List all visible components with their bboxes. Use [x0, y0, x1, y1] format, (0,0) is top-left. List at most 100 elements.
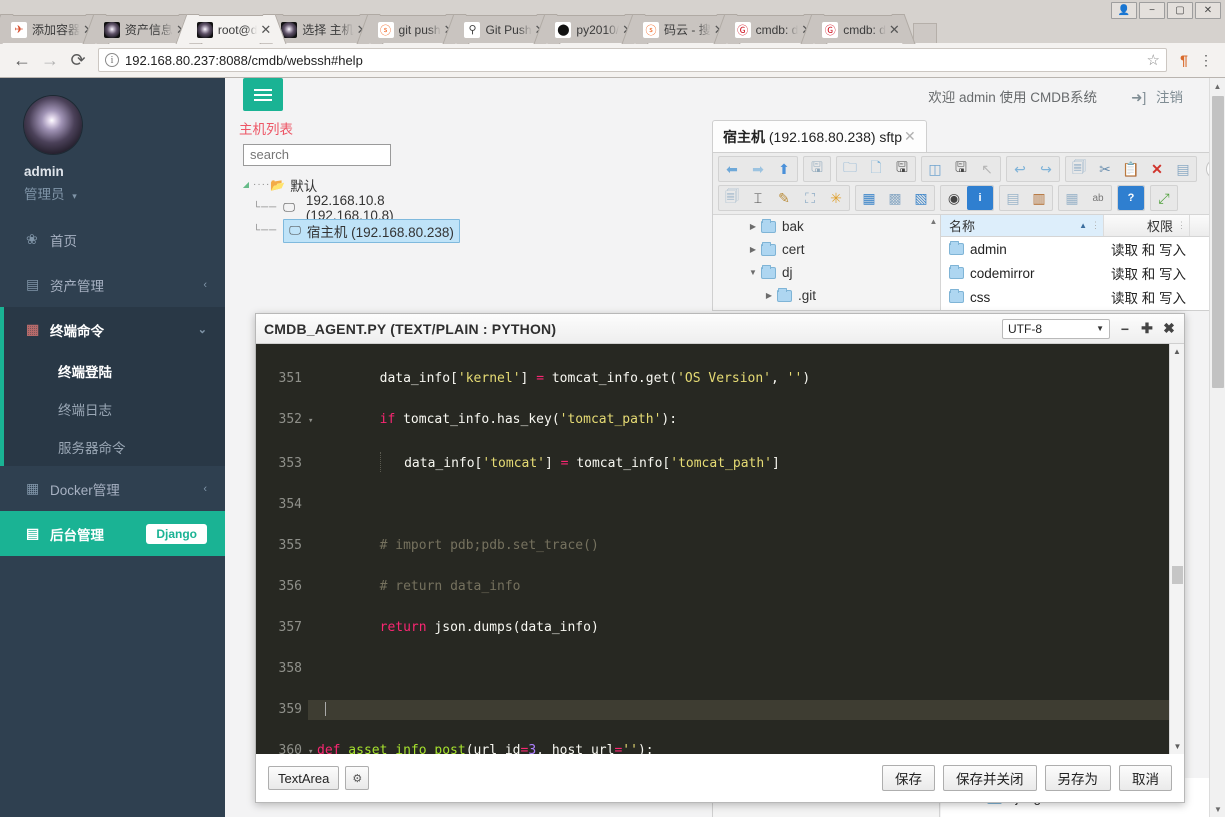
- table-row[interactable]: css 读取 和 写入 昨天 16:55 未知 文件夹: [941, 285, 1225, 309]
- forward-button[interactable]: →: [36, 50, 64, 71]
- maximize-button[interactable]: ▢: [1167, 2, 1193, 19]
- folder-tree-row[interactable]: ▶ cert: [713, 238, 940, 261]
- tab-close-icon[interactable]: ✕: [260, 23, 271, 36]
- textarea-mode-button[interactable]: TextArea: [268, 766, 340, 790]
- new-folder-icon[interactable]: 🗀: [837, 157, 863, 181]
- folder-tree-row[interactable]: ▶ .git: [713, 284, 940, 307]
- up-arrow-icon[interactable]: ⬆: [771, 157, 797, 181]
- grid-large-icon[interactable]: ▦: [856, 186, 882, 210]
- asterisk-icon[interactable]: ✳: [823, 186, 849, 210]
- gear-icon[interactable]: ⚙: [345, 766, 370, 790]
- rename-icon[interactable]: ✎: [771, 186, 797, 210]
- sidebar-item-home[interactable]: ❀ 首页: [0, 217, 225, 262]
- scroll-up-icon[interactable]: ▲: [1210, 78, 1225, 94]
- open-icon[interactable]: ◫: [922, 157, 948, 181]
- browser-tab-2-active[interactable]: root@d ✕: [185, 15, 277, 43]
- scroll-up-icon[interactable]: ▲: [927, 215, 940, 226]
- server-icon[interactable]: ▤: [1000, 186, 1026, 210]
- column-header-permission[interactable]: 权限 ⋮: [1104, 215, 1190, 236]
- host-tree-item-selected-label[interactable]: 🖵 宿主机 (192.168.80.238): [283, 218, 460, 243]
- sidebar-item-terminal[interactable]: ▦ 终端命令 ⌄: [0, 307, 225, 352]
- host-tree-item-0[interactable]: └── 🖵 192.168.10.8 (192.168.10.8): [239, 193, 464, 223]
- chevron-right-icon[interactable]: ▶: [761, 291, 777, 300]
- grid-small-icon[interactable]: ▩: [882, 186, 908, 210]
- profile-icon[interactable]: 👤: [1111, 2, 1137, 19]
- address-bar[interactable]: i 192.168.80.237:8088/cmdb/webssh#help ☆: [98, 48, 1167, 72]
- menu-icon[interactable]: [243, 78, 283, 111]
- logout-button[interactable]: ➜] 注销: [1131, 86, 1183, 106]
- column-header-name[interactable]: 名称 ▲ ⋮: [941, 215, 1104, 236]
- back-arrow-icon[interactable]: ⬅: [719, 157, 745, 181]
- back-button[interactable]: ←: [8, 50, 36, 71]
- folder-tree-row[interactable]: ▶ bak: [713, 215, 940, 238]
- scroll-up-icon[interactable]: ▲: [1170, 344, 1184, 359]
- sidebar-subitem-terminal-login[interactable]: 终端登陆: [4, 352, 225, 390]
- sftp-tab[interactable]: 宿主机 (192.168.80.238) sftp ✕: [712, 120, 927, 152]
- cut-icon[interactable]: ✂: [1092, 157, 1118, 181]
- preview-icon[interactable]: ◉: [941, 186, 967, 210]
- calendar-icon[interactable]: ▦: [1059, 186, 1085, 210]
- save-icon[interactable]: 🖫: [889, 157, 915, 181]
- select-icon[interactable]: ⌶: [745, 186, 771, 210]
- tab-close-icon[interactable]: ✕: [889, 23, 900, 36]
- browser-tab-9[interactable]: Ⓖ cmdb: d ✕: [811, 15, 905, 43]
- close-button[interactable]: ✕: [1195, 2, 1221, 19]
- server-add-icon[interactable]: ▥: [1026, 186, 1052, 210]
- editor-scrollbar[interactable]: ▲ ▼: [1169, 344, 1184, 754]
- scroll-down-icon[interactable]: ▼: [1210, 801, 1225, 817]
- editor-minimize-button[interactable]: −: [1118, 321, 1132, 337]
- editor-code-area[interactable]: 351 data_info['kernel'] = tomcat_info.ge…: [256, 344, 1184, 754]
- host-tree-item-1-selected[interactable]: └── 🖵 宿主机 (192.168.80.238): [239, 218, 464, 243]
- column-resize-grip[interactable]: ⋮: [1091, 220, 1100, 231]
- sidebar-subitem-server-command[interactable]: 服务器命令: [4, 428, 225, 466]
- cancel-button[interactable]: 取消: [1119, 765, 1172, 791]
- scrollbar-thumb[interactable]: [1212, 96, 1224, 388]
- info-icon[interactable]: i: [967, 186, 993, 210]
- undo-icon[interactable]: ↩: [1007, 157, 1033, 181]
- host-search-input[interactable]: search: [243, 144, 391, 166]
- chevron-right-icon[interactable]: ▶: [745, 222, 761, 231]
- remove-icon[interactable]: ▤: [1170, 157, 1196, 181]
- column-resize-grip[interactable]: ⋮: [1177, 220, 1186, 231]
- copy-icon[interactable]: 🗐: [1066, 157, 1092, 181]
- help-icon[interactable]: ?: [1118, 186, 1144, 210]
- editor-maximize-button[interactable]: ✚: [1140, 320, 1154, 337]
- minimize-button[interactable]: −: [1139, 2, 1165, 19]
- redo-icon[interactable]: ↪: [1033, 157, 1059, 181]
- cursor-icon[interactable]: ↖: [974, 157, 1000, 181]
- bookmark-star-icon[interactable]: ☆: [1147, 51, 1160, 69]
- scrollbar-thumb[interactable]: [1172, 566, 1183, 584]
- sidebar-userrole[interactable]: 管理员 ▾: [24, 183, 225, 203]
- grid-detail-icon[interactable]: ▧: [908, 186, 934, 210]
- encoding-select[interactable]: UTF-8 ▼: [1002, 318, 1110, 339]
- delete-icon[interactable]: ✕: [1144, 157, 1170, 181]
- sidebar-item-backend[interactable]: ▤ 后台管理 Django: [0, 511, 225, 556]
- pilcrow-icon[interactable]: ¶: [1173, 52, 1195, 68]
- save-and-close-button[interactable]: 保存并关闭: [943, 765, 1037, 791]
- folder-tree-scrollbar[interactable]: ▲: [927, 215, 940, 310]
- site-info-icon[interactable]: i: [105, 53, 119, 67]
- expand-triangle-icon[interactable]: ◢: [239, 180, 253, 189]
- new-file-icon[interactable]: 🗋: [863, 157, 889, 181]
- floppy-save-icon[interactable]: 🖫: [948, 157, 974, 181]
- table-row[interactable]: admin 读取 和 写入 昨天 16:55 未知 文件夹: [941, 237, 1225, 261]
- editor-close-button[interactable]: ✖: [1162, 320, 1176, 337]
- save-as-button[interactable]: 另存为: [1044, 765, 1111, 791]
- save-button[interactable]: 保存: [882, 765, 935, 791]
- sidebar-subitem-terminal-log[interactable]: 终端日志: [4, 390, 225, 428]
- close-icon[interactable]: ✕: [904, 128, 916, 145]
- paste-icon[interactable]: 📋: [1118, 157, 1144, 181]
- download-icon[interactable]: 🖫: [804, 157, 830, 181]
- sidebar-item-docker[interactable]: ▦ Docker管理 ‹: [0, 466, 225, 511]
- duplicate-icon[interactable]: 🗐: [719, 186, 745, 210]
- code-content[interactable]: 351 data_info['kernel'] = tomcat_info.ge…: [256, 344, 1184, 754]
- fullscreen-icon[interactable]: ⤢: [1151, 186, 1177, 210]
- forward-arrow-icon[interactable]: ➡: [745, 157, 771, 181]
- folder-tree-row-expanded[interactable]: ▼ dj: [713, 261, 940, 284]
- browser-menu-icon[interactable]: ⋮: [1195, 52, 1217, 69]
- sort-az-icon[interactable]: ab: [1085, 186, 1111, 210]
- chevron-right-icon[interactable]: ▶: [745, 245, 761, 254]
- collapse-icon[interactable]: ⛶: [797, 186, 823, 210]
- chevron-down-icon[interactable]: ▼: [745, 268, 761, 277]
- page-scrollbar[interactable]: ▲ ▼: [1209, 78, 1225, 817]
